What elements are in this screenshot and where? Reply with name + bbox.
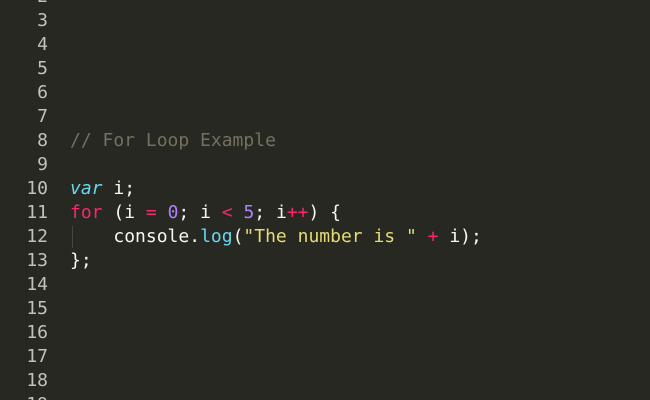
- line-number: 17: [26, 346, 48, 367]
- code-editor[interactable]: 2 3 4 5 6 7 8 9 10 11 12 13 14 15 16 17 …: [0, 0, 650, 400]
- indent-token: [70, 226, 113, 247]
- line-number: 2: [0, 0, 48, 9]
- line-number-gutter: 2 3 4 5 6 7 8 9 10 11 12 13 14 15 16 17 …: [0, 0, 52, 400]
- line-number: 7: [37, 106, 48, 127]
- function-token: log: [200, 226, 233, 247]
- plain-token: (: [232, 226, 244, 247]
- line-number: 3: [37, 10, 48, 31]
- object-token: console: [113, 226, 190, 247]
- number-token: 5: [243, 202, 255, 223]
- code-line-4[interactable]: [70, 33, 650, 57]
- code-line-10[interactable]: var i;: [70, 177, 650, 201]
- operator-token: <: [221, 202, 233, 223]
- line-number: 19: [0, 393, 48, 400]
- line-number: 9: [37, 154, 48, 175]
- code-line-11[interactable]: for (i = 0; i < 5; i++) {: [70, 201, 650, 225]
- plain-token: (i: [102, 202, 146, 223]
- string-token: "The number is ": [243, 226, 417, 247]
- line-number: 4: [37, 34, 48, 55]
- plain-token: i;: [102, 178, 136, 199]
- code-line-16[interactable]: [70, 321, 650, 345]
- plain-token: ) {: [308, 202, 342, 223]
- code-area[interactable]: // For Loop Example var i; for (i = 0; i…: [70, 0, 650, 400]
- code-line-19[interactable]: [70, 393, 650, 400]
- code-line-14[interactable]: [70, 273, 650, 297]
- code-line-18[interactable]: [70, 369, 650, 393]
- line-number: 5: [37, 58, 48, 79]
- code-line-9[interactable]: [70, 153, 650, 177]
- code-line-2[interactable]: [70, 0, 650, 9]
- line-number: 16: [26, 322, 48, 343]
- line-number: 8: [37, 130, 48, 151]
- code-line-8[interactable]: // For Loop Example: [70, 129, 650, 153]
- code-line-3[interactable]: [70, 9, 650, 33]
- plain-token: };: [70, 250, 92, 271]
- operator-token: +: [427, 226, 439, 247]
- line-number: 18: [26, 370, 48, 391]
- code-line-5[interactable]: [70, 57, 650, 81]
- code-line-15[interactable]: [70, 297, 650, 321]
- code-line-7[interactable]: [70, 105, 650, 129]
- plain-token: .: [189, 226, 201, 247]
- line-number: 14: [26, 274, 48, 295]
- code-line-6[interactable]: [70, 81, 650, 105]
- line-number: 10: [26, 178, 48, 199]
- plain-token: ; i: [178, 202, 222, 223]
- number-token: 0: [167, 202, 179, 223]
- code-line-13[interactable]: };: [70, 249, 650, 273]
- code-line-12[interactable]: console.log("The number is " + i);: [70, 225, 650, 249]
- operator-token: =: [145, 202, 157, 223]
- line-number: 6: [37, 82, 48, 103]
- operator-token: ++: [286, 202, 309, 223]
- plain-token: ; i: [254, 202, 287, 223]
- line-number: 15: [26, 298, 48, 319]
- line-number: 12: [26, 226, 48, 247]
- plain-token: i);: [438, 226, 482, 247]
- storage-keyword-token: var: [70, 178, 103, 199]
- line-number: 11: [26, 202, 48, 223]
- code-line-17[interactable]: [70, 345, 650, 369]
- comment-token: // For Loop Example: [70, 130, 276, 151]
- line-numbers: 2 3 4 5 6 7 8 9 10 11 12 13 14 15 16 17 …: [0, 0, 48, 400]
- keyword-token: for: [70, 202, 103, 223]
- line-number: 13: [26, 250, 48, 271]
